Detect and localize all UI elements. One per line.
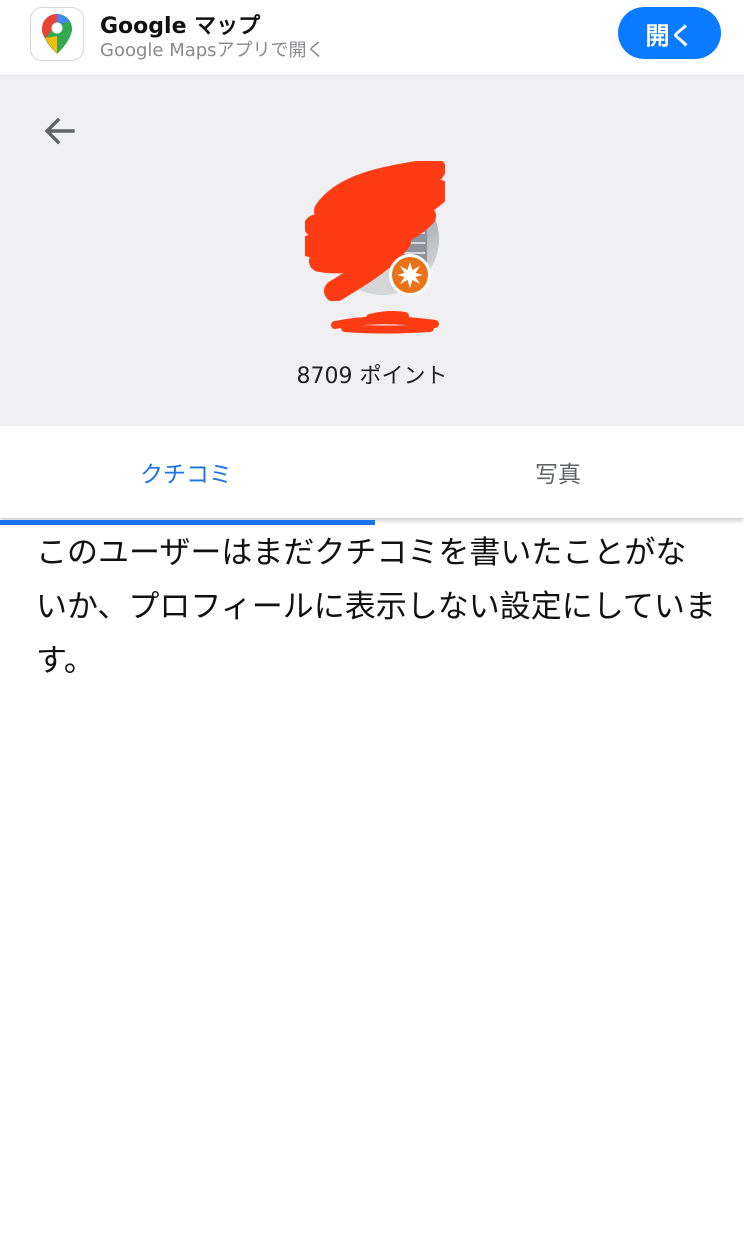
profile-header: 8709 ポイント [0, 76, 744, 426]
arrow-back-icon [44, 117, 75, 145]
tab-photos[interactable]: 写真 [372, 426, 744, 518]
tab-reviews[interactable]: クチコミ [0, 426, 372, 518]
empty-reviews-message: このユーザーはまだクチコミを書いたことがないか、プロフィールに表示しない設定にし… [36, 535, 716, 679]
local-guide-badge [389, 254, 431, 296]
back-button[interactable] [34, 106, 84, 156]
tab-selected-indicator [0, 520, 375, 525]
google-maps-app-icon[interactable] [30, 7, 84, 61]
points-label: 8709 ポイント [296, 364, 448, 389]
app-subtitle: Google Mapsアプリで開く [100, 40, 325, 61]
open-app-button[interactable]: 開く [618, 7, 721, 59]
tab-bar: クチコミ 写真 [0, 426, 744, 518]
local-guide-star-icon [397, 262, 423, 288]
username-redaction [331, 310, 439, 334]
app-banner: Google マップ Google Mapsアプリで開く 開く [0, 0, 744, 76]
google-maps-pin-icon [42, 14, 72, 54]
